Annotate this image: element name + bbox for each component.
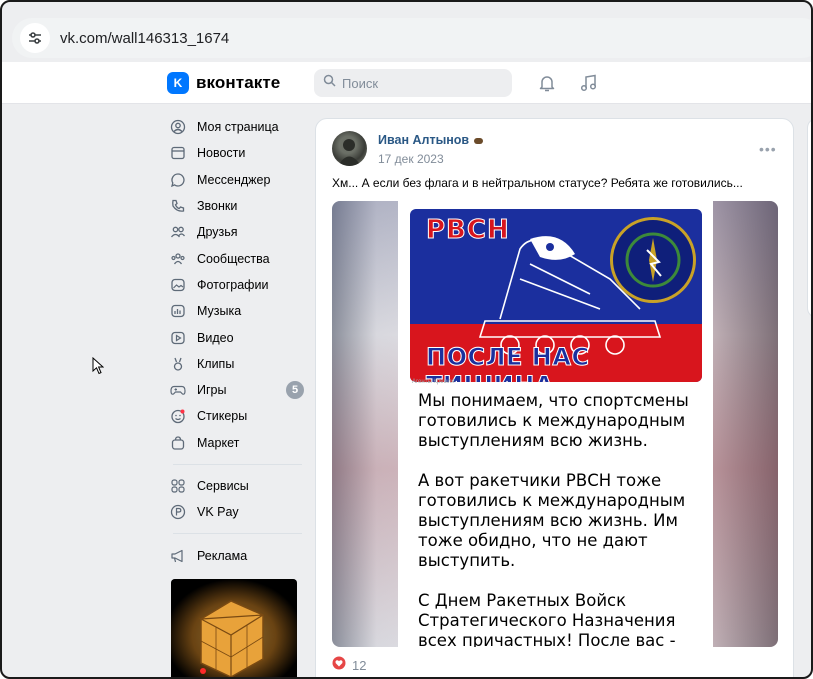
menu-item-games[interactable]: Игры 5 — [165, 377, 310, 403]
menu-item-messenger[interactable]: Мессенджер — [165, 167, 310, 193]
clips-icon — [169, 355, 187, 373]
vk-logo[interactable]: K вконтакте — [167, 72, 280, 94]
message-paragraph: А вот ракетчики РВСН тоже готовились к м… — [418, 471, 686, 570]
menu-item-stickers[interactable]: Стикеры — [165, 403, 310, 429]
menu-item-news[interactable]: Новости — [165, 140, 310, 166]
message-paragraph: Мы понимаем, что спортсмены готовились к… — [418, 391, 689, 450]
mouse-cursor-icon — [92, 356, 105, 380]
menu-label: Видео — [197, 330, 234, 345]
friends-icon — [169, 223, 187, 241]
vk-logo-mark: K — [167, 72, 189, 94]
author-name[interactable]: Иван Алтынов — [378, 133, 469, 147]
music-note-icon[interactable] — [579, 73, 599, 98]
post-date[interactable]: 17 дек 2023 — [378, 152, 444, 166]
menu-item-clips[interactable]: Клипы — [165, 351, 310, 377]
search-input[interactable]: Поиск — [314, 69, 512, 97]
banner-title: РВСН — [426, 215, 510, 246]
menu-label: Новости — [197, 146, 246, 161]
services-icon — [169, 477, 187, 495]
menu-item-friends[interactable]: Друзья — [165, 219, 310, 245]
menu-label: Сервисы — [197, 479, 249, 493]
more-options-icon[interactable]: ••• — [759, 141, 777, 157]
menu-item-communities[interactable]: Сообщества — [165, 245, 310, 271]
rvsn-banner: РВСН ПОСЛЕ НАС ТИШИНА — [410, 209, 702, 382]
sticker-icon — [169, 407, 187, 425]
megaphone-icon — [169, 547, 187, 565]
post-text: Хм... А если без флага и в нейтральном с… — [332, 176, 743, 190]
menu-label: Моя страница — [197, 120, 279, 135]
heart-icon — [332, 656, 346, 675]
communities-icon — [169, 250, 187, 268]
menu-divider — [173, 463, 302, 465]
image-sheet: РВСН ПОСЛЕ НАС ТИШИНА Агенты Кремля Мы п… — [398, 201, 713, 647]
image-source: Агенты Кремля — [412, 379, 455, 385]
user-circle-icon — [169, 118, 187, 136]
menu-label: Стикеры — [197, 409, 248, 424]
like-count: 12 — [352, 658, 367, 673]
right-panel — [807, 118, 811, 318]
promo-image[interactable] — [171, 579, 297, 677]
post-card: Иван Алтынов 17 дек 2023 ••• Хм... А есл… — [315, 118, 794, 677]
menu-label: Звонки — [197, 199, 238, 214]
bag-icon — [169, 434, 187, 452]
vk-header: K вконтакте Поиск — [2, 62, 811, 104]
search-placeholder: Поиск — [342, 75, 379, 91]
menu-label: Друзья — [197, 225, 238, 240]
address-bar[interactable]: vk.com/wall146313_1674 — [12, 18, 811, 58]
menu-label: Мессенджер — [197, 172, 271, 187]
url-text[interactable]: vk.com/wall146313_1674 — [60, 30, 229, 47]
menu-item-calls[interactable]: Звонки — [165, 193, 310, 219]
menu-label: Игры — [197, 383, 227, 398]
menu-item-my-page[interactable]: Моя страница — [165, 114, 310, 140]
phone-icon — [169, 197, 187, 215]
browser-window: vk.com/wall146313_1674 K вконтакте Поиск… — [0, 0, 813, 679]
newspaper-icon — [169, 144, 187, 162]
video-icon — [169, 329, 187, 347]
menu-label: Маркет — [197, 435, 240, 450]
menu-item-market[interactable]: Маркет — [165, 430, 310, 456]
search-icon — [323, 74, 336, 92]
banner-slogan: ПОСЛЕ НАС ТИШИНА — [426, 343, 590, 383]
music-icon — [169, 302, 187, 320]
left-menu: Моя страница Новости Мессенджер Звонки Д… — [165, 114, 310, 569]
avatar[interactable] — [332, 131, 367, 166]
tune-icon[interactable] — [20, 23, 50, 53]
like-button[interactable]: 12 — [332, 656, 366, 675]
vk-logo-text: вконтакте — [196, 73, 281, 92]
message-paragraph: С Днем Ракетных Войск Стратегического На… — [418, 591, 676, 647]
menu-label: VK Pay — [197, 505, 239, 520]
post-image[interactable]: РВСН ПОСЛЕ НАС ТИШИНА Агенты Кремля Мы п… — [332, 201, 778, 647]
menu-item-services[interactable]: Сервисы — [165, 473, 310, 499]
menu-item-photos[interactable]: Фотографии — [165, 272, 310, 298]
menu-item-ads[interactable]: Реклама — [165, 542, 310, 568]
photo-icon — [169, 276, 187, 294]
gamepad-icon — [169, 381, 187, 399]
hedgehog-emoji-icon — [474, 137, 484, 144]
menu-label: Музыка — [197, 304, 242, 319]
post-author[interactable]: Иван Алтынов — [378, 133, 484, 147]
menu-item-music[interactable]: Музыка — [165, 298, 310, 324]
vkpay-icon — [169, 503, 187, 521]
menu-label: Клипы — [197, 356, 235, 371]
menu-item-vkpay[interactable]: VK Pay — [165, 499, 310, 525]
menu-divider — [173, 533, 302, 535]
rvsn-emblem-icon — [610, 217, 696, 303]
menu-label: Реклама — [197, 548, 248, 563]
menu-label: Фотографии — [197, 277, 269, 292]
menu-item-video[interactable]: Видео — [165, 324, 310, 350]
games-badge: 5 — [286, 381, 304, 400]
menu-label: Сообщества — [197, 251, 270, 266]
image-message: Мы понимаем, что спортсмены готовились к… — [418, 391, 708, 647]
chat-bubble-icon — [169, 171, 187, 189]
bell-icon[interactable] — [537, 73, 557, 98]
